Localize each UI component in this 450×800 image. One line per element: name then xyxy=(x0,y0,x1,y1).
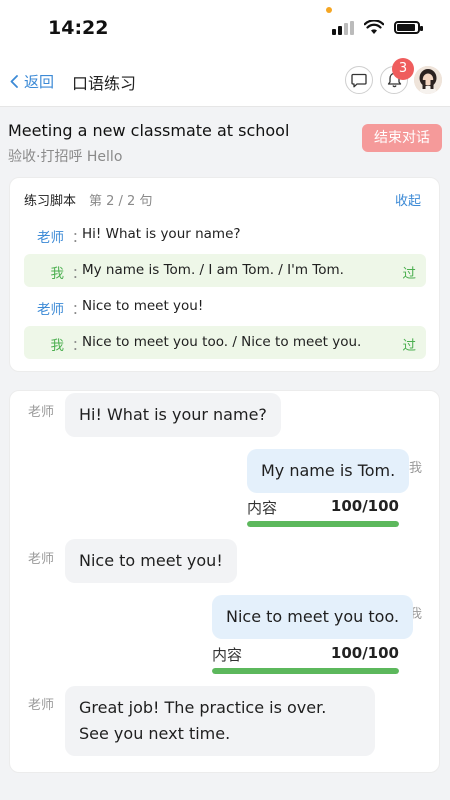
pass-status: 过 xyxy=(402,338,417,354)
teacher-label: 老师 xyxy=(28,552,55,567)
wifi-icon xyxy=(364,20,384,34)
teacher-message: Nice to meet you! xyxy=(65,539,237,583)
teacher-label: 老师 xyxy=(28,405,55,420)
pass-status: 过 xyxy=(402,266,417,282)
status-bar: 14:22 xyxy=(0,0,450,58)
teacher-label: 老师 xyxy=(28,698,55,713)
chat-bubble-icon xyxy=(351,73,367,87)
back-label: 返回 xyxy=(24,73,55,91)
page-title: 口语练习 xyxy=(72,74,137,93)
battery-icon xyxy=(394,21,423,34)
lesson-subtitle: 验收·打招呼 Hello xyxy=(8,149,123,165)
score-label: 内容 xyxy=(247,499,278,517)
script-speaker: 老师 xyxy=(37,302,64,318)
my-message: Nice to meet you too. xyxy=(212,595,414,639)
script-progress: 第 2 / 2 句 xyxy=(89,194,153,209)
privacy-indicator-dot xyxy=(326,7,332,13)
script-line: 我 ： Nice to meet you too. / Nice to meet… xyxy=(24,326,426,359)
nav-bar: 返回 口语练习 3 xyxy=(0,58,450,107)
avatar[interactable] xyxy=(414,66,442,94)
my-message: My name is Tom. xyxy=(247,449,410,493)
lesson-title: Meeting a new classmate at school xyxy=(8,121,290,140)
script-text: Nice to meet you! xyxy=(82,298,204,314)
script-heading: 练习脚本 xyxy=(24,194,77,209)
practice-script-card: 练习脚本 第 2 / 2 句 收起 老师 ： Hi! What is your … xyxy=(9,177,440,372)
chat-panel: 老师 Hi! What is your name? 我 My name is T… xyxy=(9,390,440,773)
script-text: My name is Tom. / I am Tom. / I'm Tom. xyxy=(82,262,344,278)
message-button[interactable] xyxy=(345,66,373,94)
chevron-left-icon xyxy=(10,75,18,88)
script-line: 老师 ： Hi! What is your name? xyxy=(24,218,426,251)
me-label: 我 xyxy=(409,461,423,476)
notification-badge: 3 xyxy=(392,58,414,80)
score-row: 内容 100/100 xyxy=(212,644,399,664)
score-value: 100/100 xyxy=(330,497,399,515)
score-label: 内容 xyxy=(212,646,243,664)
status-time: 14:22 xyxy=(48,17,109,39)
script-speaker: 我 xyxy=(50,338,65,354)
teacher-message: Great job! The practice is over. See you… xyxy=(65,686,375,756)
script-line: 老师 ： Nice to meet you! xyxy=(24,290,426,323)
script-speaker: 老师 xyxy=(37,230,64,246)
score-bar-fill xyxy=(212,668,399,674)
end-conversation-button[interactable]: 结束对话 xyxy=(362,124,442,152)
collapse-button[interactable]: 收起 xyxy=(395,190,421,209)
user-avatar-icon xyxy=(414,66,442,94)
status-icons xyxy=(332,20,423,35)
score-row: 内容 100/100 xyxy=(247,497,399,517)
score-bar-fill xyxy=(247,521,399,527)
score-bar xyxy=(212,668,399,674)
lesson-header: Meeting a new classmate at school 验收·打招呼… xyxy=(0,107,450,169)
script-text: Nice to meet you too. / Nice to meet you… xyxy=(82,334,362,350)
script-text: Hi! What is your name? xyxy=(82,226,241,242)
script-line: 我 ： My name is Tom. / I am Tom. / I'm To… xyxy=(24,254,426,287)
back-button[interactable]: 返回 xyxy=(10,71,54,92)
teacher-message: Hi! What is your name? xyxy=(65,393,281,437)
script-speaker: 我 xyxy=(50,266,65,282)
score-bar xyxy=(247,521,399,527)
signal-icon xyxy=(332,20,354,35)
score-value: 100/100 xyxy=(330,644,399,662)
